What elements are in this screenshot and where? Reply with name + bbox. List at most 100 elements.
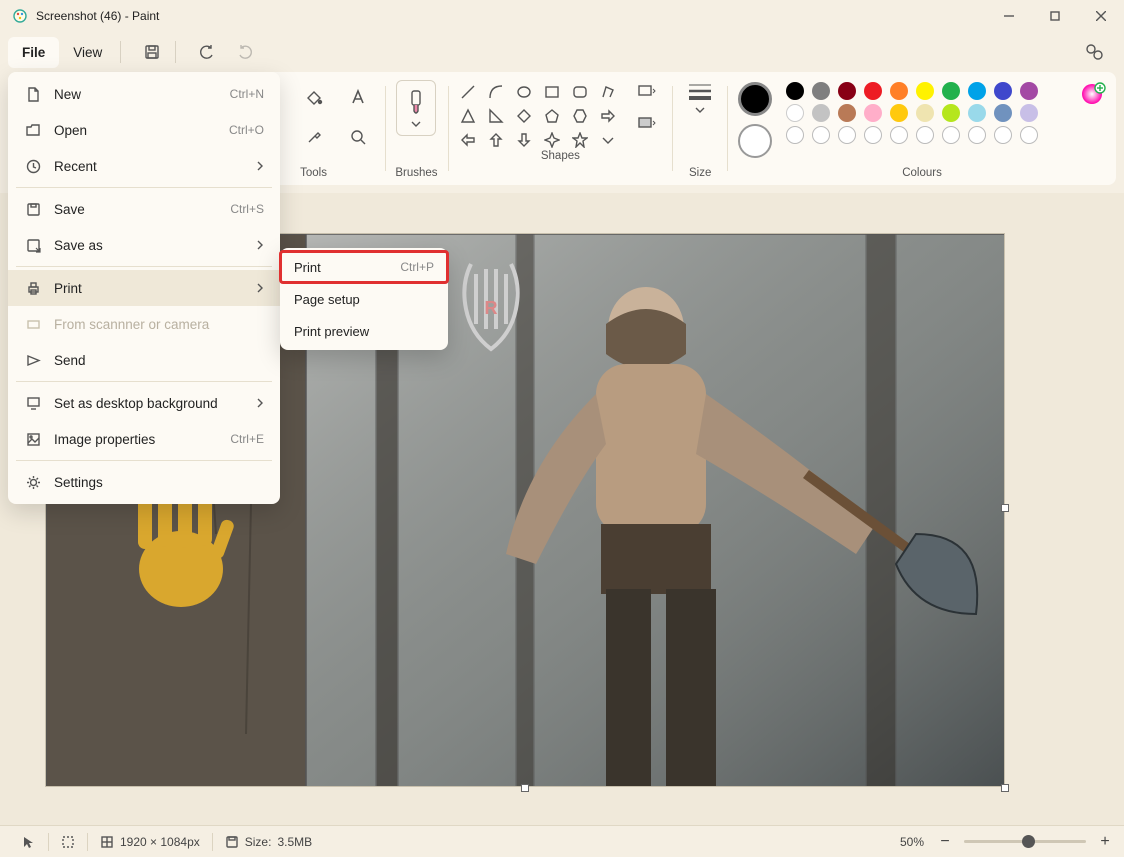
file-menu-save[interactable]: Save Ctrl+S: [8, 191, 280, 227]
save-quick-button[interactable]: [133, 36, 171, 68]
swatch[interactable]: [812, 82, 830, 100]
swatch[interactable]: [994, 82, 1012, 100]
swatch[interactable]: [890, 82, 908, 100]
shape-outline-dropdown[interactable]: [632, 80, 662, 104]
shape-polygon[interactable]: [598, 82, 618, 102]
shape-tri[interactable]: [458, 106, 478, 126]
zoom-in-button[interactable]: +: [1096, 833, 1114, 851]
picker-tool[interactable]: [297, 120, 331, 154]
swatch-empty[interactable]: [786, 126, 804, 144]
swatch[interactable]: [838, 104, 856, 122]
redo-button[interactable]: [226, 36, 264, 68]
swatch-empty[interactable]: [864, 126, 882, 144]
swatch[interactable]: [916, 82, 934, 100]
shape-pent[interactable]: [542, 106, 562, 126]
settings-icon[interactable]: [1072, 34, 1116, 70]
swatch[interactable]: [968, 82, 986, 100]
swatch-empty[interactable]: [916, 126, 934, 144]
print-submenu-preview[interactable]: Print preview: [280, 315, 448, 347]
shape-diamond[interactable]: [514, 106, 534, 126]
edit-colours-button[interactable]: [1080, 82, 1106, 108]
shape-oval[interactable]: [514, 82, 534, 102]
zoom-out-button[interactable]: −: [936, 833, 954, 851]
title-bar: Screenshot (46) - Paint: [0, 0, 1124, 32]
magnifier-tool[interactable]: [341, 120, 375, 154]
send-icon: [24, 353, 42, 368]
swatch[interactable]: [1020, 104, 1038, 122]
swatch-empty[interactable]: [994, 126, 1012, 144]
print-submenu-print[interactable]: Print Ctrl+P: [280, 251, 448, 283]
shape-roundrect[interactable]: [570, 82, 590, 102]
fill-tool[interactable]: [297, 80, 331, 114]
selection-handle[interactable]: [1001, 784, 1009, 792]
svg-text:R: R: [485, 298, 498, 318]
brushes-label: Brushes: [395, 167, 437, 185]
size-dropdown[interactable]: [683, 80, 717, 114]
swatch[interactable]: [994, 104, 1012, 122]
brushes-dropdown[interactable]: [396, 80, 436, 136]
shape-line[interactable]: [458, 82, 478, 102]
shape-arrow-r[interactable]: [598, 106, 618, 126]
shape-star5[interactable]: [570, 130, 590, 150]
size-label: Size: [689, 167, 711, 185]
ribbon-group-colours: Colours: [728, 80, 1116, 185]
swatch-empty[interactable]: [812, 126, 830, 144]
paint-app-icon: [12, 8, 28, 24]
shape-rect[interactable]: [542, 82, 562, 102]
file-menu-desktop-bg[interactable]: Set as desktop background: [8, 385, 280, 421]
swatch[interactable]: [838, 82, 856, 100]
zoom-thumb[interactable]: [1022, 835, 1035, 848]
shape-more[interactable]: [598, 130, 618, 150]
swatch[interactable]: [786, 104, 804, 122]
shape-star4[interactable]: [542, 130, 562, 150]
menu-view[interactable]: View: [59, 37, 116, 68]
swatch[interactable]: [942, 104, 960, 122]
undo-button[interactable]: [188, 36, 226, 68]
print-submenu-page-setup[interactable]: Page setup: [280, 283, 448, 315]
menu-file[interactable]: File: [8, 37, 59, 68]
shape-arrow-d[interactable]: [514, 130, 534, 150]
selection-handle[interactable]: [521, 784, 529, 792]
file-menu-dropdown: New Ctrl+N Open Ctrl+O Recent Save Ctrl+…: [8, 72, 280, 504]
swatch[interactable]: [968, 104, 986, 122]
swatch[interactable]: [812, 104, 830, 122]
separator: [16, 381, 272, 382]
swatch-empty[interactable]: [942, 126, 960, 144]
maximize-button[interactable]: [1032, 0, 1078, 32]
swatch-empty[interactable]: [890, 126, 908, 144]
file-menu-print[interactable]: Print: [8, 270, 280, 306]
swatch[interactable]: [890, 104, 908, 122]
colour-2[interactable]: [738, 124, 772, 158]
swatch-empty[interactable]: [968, 126, 986, 144]
ribbon-group-brushes: Brushes: [385, 80, 447, 185]
swatch[interactable]: [942, 82, 960, 100]
shape-arrow-u[interactable]: [486, 130, 506, 150]
shape-arrow-l[interactable]: [458, 130, 478, 150]
swatch-empty[interactable]: [1020, 126, 1038, 144]
shape-rtri[interactable]: [486, 106, 506, 126]
swatch-empty[interactable]: [838, 126, 856, 144]
close-button[interactable]: [1078, 0, 1124, 32]
file-menu-properties[interactable]: Image properties Ctrl+E: [8, 421, 280, 457]
file-menu-new[interactable]: New Ctrl+N: [8, 76, 280, 112]
selection-handle[interactable]: [1001, 504, 1009, 512]
file-menu-open[interactable]: Open Ctrl+O: [8, 112, 280, 148]
swatch[interactable]: [916, 104, 934, 122]
colour-1[interactable]: [738, 82, 772, 116]
text-tool[interactable]: [341, 80, 375, 114]
minimize-button[interactable]: [986, 0, 1032, 32]
swatch[interactable]: [864, 104, 882, 122]
shapes-label: Shapes: [541, 150, 580, 168]
file-menu-recent[interactable]: Recent: [8, 148, 280, 184]
file-menu-save-as[interactable]: Save as: [8, 227, 280, 263]
zoom-percentage: 50%: [888, 826, 936, 857]
file-menu-send[interactable]: Send: [8, 342, 280, 378]
shape-fill-dropdown[interactable]: [632, 112, 662, 136]
swatch[interactable]: [786, 82, 804, 100]
shape-hex[interactable]: [570, 106, 590, 126]
zoom-slider[interactable]: [964, 840, 1086, 843]
shape-curve[interactable]: [486, 82, 506, 102]
swatch[interactable]: [864, 82, 882, 100]
file-menu-settings[interactable]: Settings: [8, 464, 280, 500]
swatch[interactable]: [1020, 82, 1038, 100]
